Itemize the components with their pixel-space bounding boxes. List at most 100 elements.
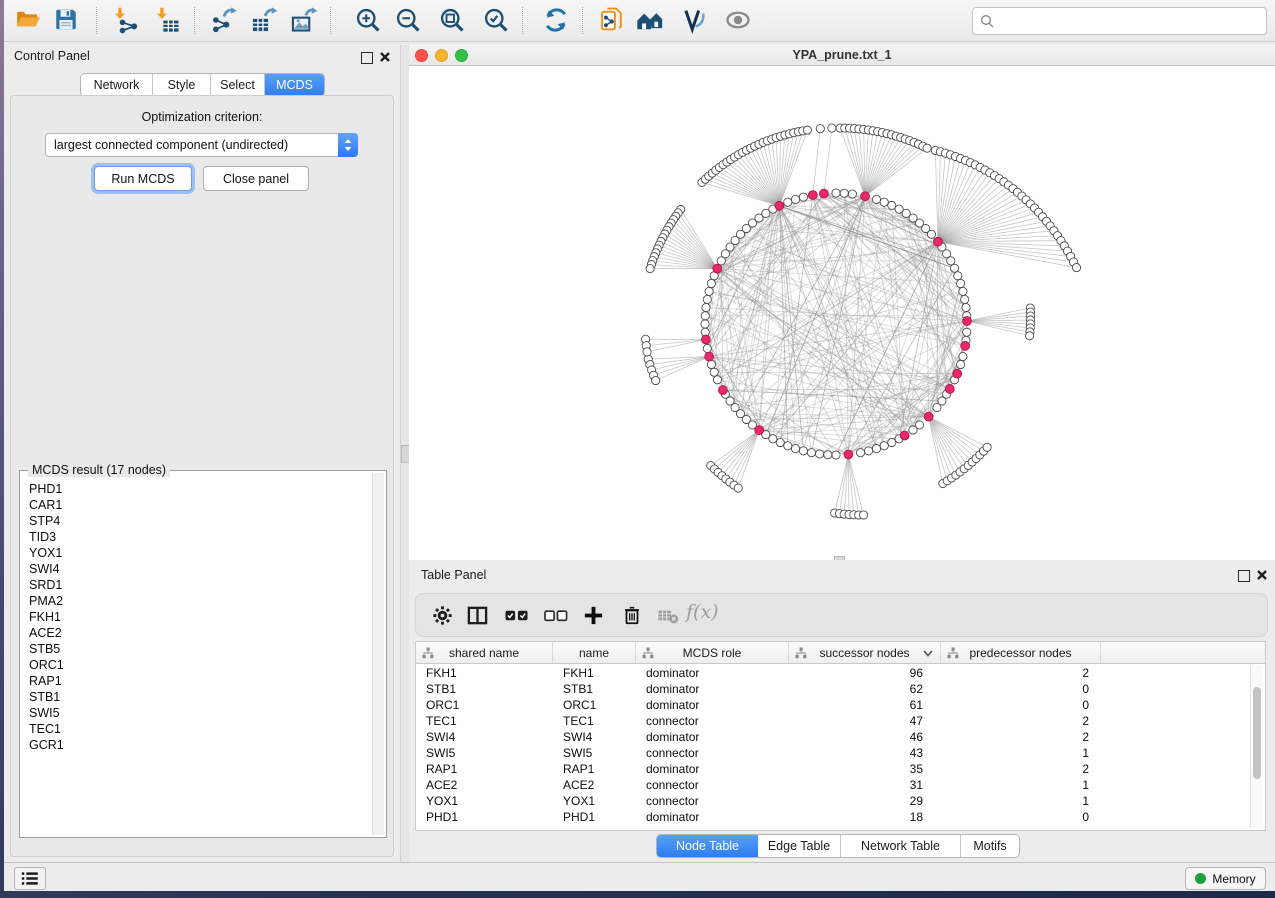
network-node[interactable] <box>880 198 888 206</box>
network-node[interactable] <box>848 190 856 198</box>
network-node[interactable] <box>959 352 967 360</box>
network-node[interactable] <box>950 264 958 272</box>
network-node[interactable] <box>888 438 896 446</box>
network-node[interactable] <box>791 195 799 203</box>
network-node[interactable] <box>832 189 840 197</box>
network-hub-node[interactable] <box>961 341 970 350</box>
network-hub-node[interactable] <box>945 385 954 394</box>
network-node[interactable] <box>816 125 824 133</box>
table-row[interactable]: SWI4SWI4dominator462 <box>416 729 1249 745</box>
network-hub-node[interactable] <box>808 191 817 200</box>
network-node[interactable] <box>815 450 823 458</box>
zoom-in-button[interactable] <box>352 5 384 35</box>
network-hub-node[interactable] <box>900 431 909 440</box>
mcds-result-item[interactable]: TID3 <box>22 529 372 545</box>
network-hub-node[interactable] <box>934 237 943 246</box>
network-node[interactable] <box>828 124 836 132</box>
mcds-result-item[interactable]: STP4 <box>22 513 372 529</box>
mcds-result-item[interactable]: RAP1 <box>22 673 372 689</box>
refresh-button[interactable] <box>540 5 572 35</box>
network-hub-node[interactable] <box>713 264 722 273</box>
network-canvas[interactable] <box>409 66 1275 560</box>
network-node[interactable] <box>954 272 962 280</box>
add-column-button plus-icon[interactable] <box>582 604 605 627</box>
export-image-button[interactable] <box>288 5 320 35</box>
network-node[interactable] <box>703 295 711 303</box>
mcds-result-item[interactable]: ACE2 <box>22 625 372 641</box>
open-file-button[interactable] <box>12 5 44 35</box>
network-node[interactable] <box>832 451 840 459</box>
network-node[interactable] <box>983 443 991 451</box>
mcds-result-scrollbar[interactable] <box>372 473 384 835</box>
network-node[interactable] <box>923 144 931 152</box>
network-node[interactable] <box>933 403 941 411</box>
network-node[interactable] <box>701 320 709 328</box>
memory-button[interactable]: Memory <box>1185 867 1266 890</box>
float-panel-icon[interactable] <box>361 52 373 64</box>
network-hub-node[interactable] <box>861 192 870 201</box>
network-node[interactable] <box>824 451 832 459</box>
network-node[interactable] <box>963 328 971 336</box>
network-node[interactable] <box>872 195 880 203</box>
mcds-result-item[interactable]: PMA2 <box>22 593 372 609</box>
column-header-shared-name[interactable]: shared name <box>416 642 553 663</box>
tab-select[interactable]: Select <box>211 74 265 96</box>
mcds-result-item[interactable]: TEC1 <box>22 721 372 737</box>
tab-node-table[interactable]: Node Table <box>657 835 758 857</box>
network-node[interactable] <box>713 376 721 384</box>
table-settings-button gear-icon[interactable] <box>431 604 454 627</box>
network-node[interactable] <box>927 230 935 238</box>
table-row[interactable]: YOX1YOX1connector291 <box>416 793 1249 809</box>
network-node[interactable] <box>840 189 848 197</box>
network-node[interactable] <box>962 303 970 311</box>
table-row[interactable]: ACE2ACE2connector311 <box>416 777 1249 793</box>
network-node[interactable] <box>956 360 964 368</box>
network-node[interactable] <box>734 484 742 492</box>
close-panel-button[interactable]: Close panel <box>203 166 309 191</box>
network-node[interactable] <box>701 312 709 320</box>
tab-edge-table[interactable]: Edge Table <box>758 835 841 857</box>
table-scrollbar[interactable] <box>1250 665 1263 828</box>
mcds-result-item[interactable]: YOX1 <box>22 545 372 561</box>
network-node[interactable] <box>799 447 807 455</box>
network-node[interactable] <box>859 511 867 519</box>
network-node[interactable] <box>880 442 888 450</box>
column-header-MCDS-role[interactable]: MCDS role <box>636 642 789 663</box>
mcds-result-item[interactable]: SRD1 <box>22 577 372 593</box>
mcds-result-item[interactable]: STB5 <box>22 641 372 657</box>
network-hub-node[interactable] <box>755 426 764 435</box>
network-node[interactable] <box>799 193 807 201</box>
network-files-button[interactable] <box>596 5 628 35</box>
network-hub-node[interactable] <box>953 369 962 378</box>
network-hub-node[interactable] <box>702 335 711 344</box>
network-node[interactable] <box>702 303 710 311</box>
network-node[interactable] <box>909 426 917 434</box>
network-node[interactable] <box>1026 332 1034 340</box>
network-node[interactable] <box>856 449 864 457</box>
network-node[interactable] <box>710 368 718 376</box>
network-node[interactable] <box>703 344 711 352</box>
mcds-result-item[interactable]: SWI4 <box>22 561 372 577</box>
tab-style[interactable]: Style <box>153 74 211 96</box>
network-hub-node[interactable] <box>963 317 972 326</box>
zoom-selected-button[interactable] <box>480 5 512 35</box>
column-header-successor-nodes[interactable]: successor nodes <box>789 642 941 663</box>
import-table-button[interactable] <box>152 5 184 35</box>
table-row[interactable]: PHD1PHD1dominator180 <box>416 809 1249 825</box>
table-row[interactable]: SWI5SWI5connector431 <box>416 745 1249 761</box>
network-node[interactable] <box>705 287 713 295</box>
optimization-criterion-select[interactable]: largest connected component (undirected) <box>45 133 358 157</box>
column-header-predecessor-nodes[interactable]: predecessor nodes <box>941 642 1101 663</box>
import-network-button[interactable] <box>110 5 142 35</box>
network-node[interactable] <box>707 360 715 368</box>
network-node[interactable] <box>807 449 815 457</box>
network-node[interactable] <box>791 444 799 452</box>
scrollbar-thumb[interactable] <box>1253 687 1261 779</box>
task-history-button[interactable] <box>14 867 46 890</box>
run-mcds-button[interactable]: Run MCDS <box>94 166 192 191</box>
mcds-result-list[interactable]: PHD1CAR1STP4TID3YOX1SWI4SRD1PMA2FKH1ACE2… <box>22 475 372 835</box>
network-node[interactable] <box>707 279 715 287</box>
search-input[interactable] <box>998 10 1266 32</box>
table-row[interactable]: ORC1ORC1dominator610 <box>416 697 1249 713</box>
network-node[interactable] <box>803 126 811 134</box>
